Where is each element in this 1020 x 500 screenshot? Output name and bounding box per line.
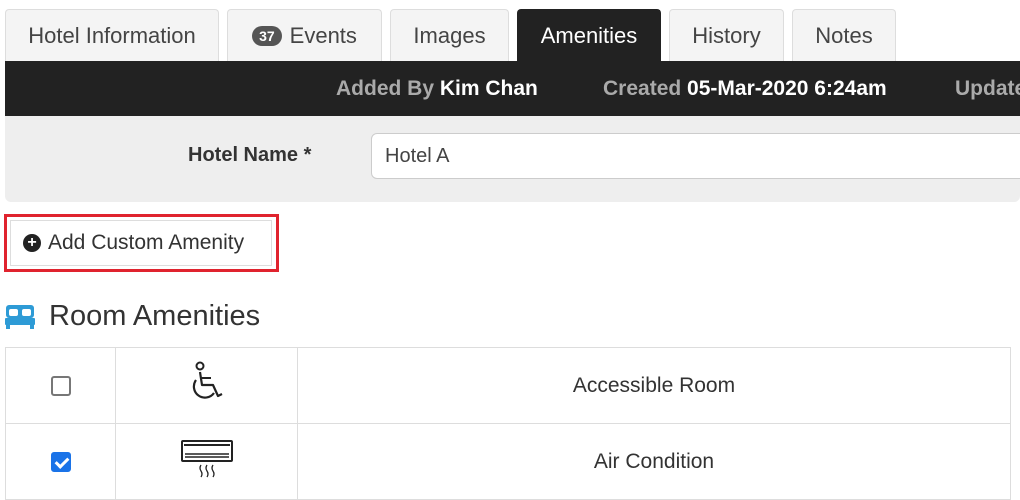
table-row: Air Condition	[5, 423, 1011, 500]
hotel-name-label: Hotel Name *	[188, 144, 312, 166]
air-conditioner-icon	[180, 440, 233, 478]
record-meta-bar: Added By Kim Chan Created 05-Mar-2020 6:…	[5, 61, 1020, 116]
tab-notes[interactable]: Notes	[792, 9, 896, 61]
section-title: Room Amenities	[49, 299, 261, 332]
amenity-name: Accessible Room	[297, 347, 1011, 424]
tab-label: Amenities	[540, 22, 638, 48]
tab-amenities[interactable]: Amenities	[517, 9, 661, 61]
amenities-table: Accessible Room Air Condition	[5, 347, 1011, 500]
icon-cell	[115, 347, 298, 424]
accessible-room-checkbox[interactable]	[50, 375, 71, 396]
added-by: Added By Kim Chan	[336, 77, 538, 100]
tab-label: History	[692, 22, 761, 48]
hotel-form-panel: Hotel Name *	[5, 116, 1020, 202]
events-count-badge: 37	[252, 25, 282, 46]
tab-events[interactable]: 37 Events	[227, 9, 382, 61]
tab-bar: Hotel Information 37 Events Images Ameni…	[0, 0, 1020, 62]
amenity-name: Air Condition	[297, 423, 1011, 500]
hotel-name-input[interactable]	[371, 133, 1020, 179]
wheelchair-icon	[192, 361, 222, 399]
updated-date: Update	[955, 77, 1020, 100]
air-condition-checkbox[interactable]	[50, 451, 71, 472]
tab-hotel-information[interactable]: Hotel Information	[5, 9, 219, 61]
tab-label: Events	[289, 22, 357, 48]
tab-history[interactable]: History	[669, 9, 784, 61]
bed-icon	[5, 305, 35, 329]
tab-label: Notes	[815, 22, 873, 48]
created-date: Created 05-Mar-2020 6:24am	[603, 77, 887, 100]
plus-circle-icon: +	[23, 234, 41, 252]
room-amenities-heading: Room Amenities	[5, 296, 260, 336]
tab-label: Hotel Information	[28, 22, 196, 48]
table-row: Accessible Room	[5, 347, 1011, 424]
checkbox-cell	[5, 423, 116, 500]
add-custom-amenity-button[interactable]: + Add Custom Amenity	[10, 220, 272, 266]
checkbox-cell	[5, 347, 116, 424]
tab-label: Images	[413, 22, 486, 48]
tab-images[interactable]: Images	[390, 9, 509, 61]
add-custom-amenity-label: Add Custom Amenity	[48, 231, 245, 254]
icon-cell	[115, 423, 298, 500]
